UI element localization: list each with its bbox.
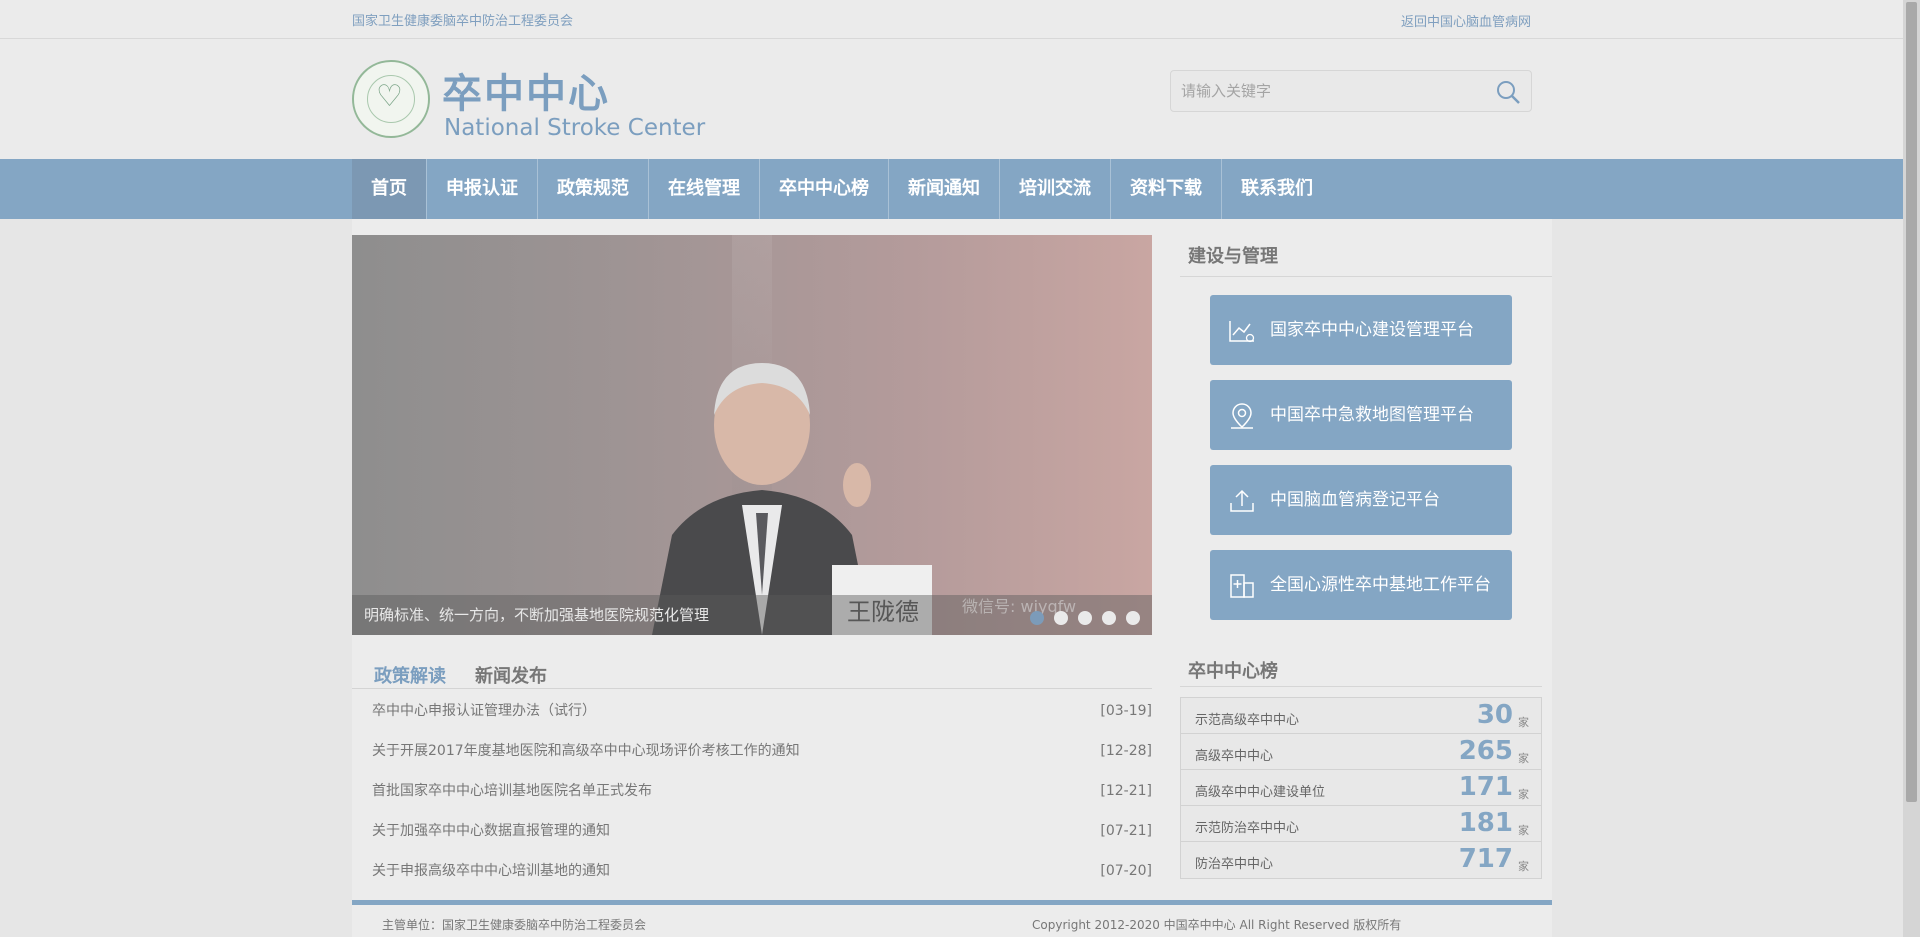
nav-item-training[interactable]: 培训交流 (1000, 159, 1111, 219)
ranking-unit: 家 (1518, 824, 1529, 837)
page-scrollbar[interactable] (1903, 0, 1920, 937)
nav-item-ranking[interactable]: 卒中中心榜 (760, 159, 889, 219)
platform-button-emergency-map[interactable]: 中国卒中急救地图管理平台 (1210, 380, 1512, 450)
tab-policy-interpretation[interactable]: 政策解读 (374, 662, 446, 688)
ranking-count: 171 (1458, 772, 1513, 802)
ranking-label: 示范防治卒中中心 (1195, 821, 1300, 836)
ranking-list: 示范高级卒中中心 30 家 高级卒中中心 265 家 高级卒中中心建设单位 17… (1180, 697, 1542, 879)
section-title: 建设与管理 (1180, 219, 1552, 277)
logo-seal-icon[interactable]: ♡ (352, 60, 430, 138)
nav-item-contact[interactable]: 联系我们 (1222, 159, 1332, 219)
platform-label: 中国脑血管病登记平台 (1270, 490, 1440, 510)
site-header: ♡ 卒中中心 National Stroke Center (0, 39, 1920, 159)
news-title[interactable]: 关于加强卒中中心数据直报管理的通知 (372, 811, 610, 851)
carousel-dots (1030, 611, 1140, 625)
news-date: [03-19] (1100, 703, 1152, 719)
nav-item-certification[interactable]: 申报认证 (427, 159, 538, 219)
carousel-dot[interactable] (1030, 611, 1044, 625)
nav-item-home[interactable]: 首页 (352, 159, 427, 219)
platform-label: 全国心源性卒中基地工作平台 (1270, 575, 1491, 595)
list-item[interactable]: 首批国家卒中中心培训基地医院名单正式发布 [12-21] (352, 771, 1152, 811)
ranking-row[interactable]: 高级卒中中心建设单位 171 家 (1181, 770, 1541, 806)
upload-icon (1230, 489, 1254, 512)
ranking-title: 卒中中心榜 (1180, 657, 1542, 687)
search-input[interactable] (1171, 71, 1471, 111)
tab-news-release[interactable]: 新闻发布 (475, 662, 547, 688)
ranking-count: 717 (1458, 844, 1513, 874)
carousel-dot[interactable] (1126, 611, 1140, 625)
news-date: [07-21] (1100, 823, 1152, 839)
search-icon[interactable] (1495, 79, 1521, 105)
news-tabs: 政策解读 新闻发布 (352, 639, 1152, 689)
chart-gear-icon (1229, 321, 1255, 343)
carousel-caption[interactable]: 明确标准、统一方向，不断加强基地医院规范化管理 (364, 604, 709, 625)
logo-title[interactable]: 卒中中心 (442, 61, 610, 119)
ranking-panel: 卒中中心榜 示范高级卒中中心 30 家 高级卒中中心 265 家 高级卒中中心建… (1180, 657, 1542, 879)
news-date: [12-28] (1100, 743, 1152, 759)
ranking-count: 181 (1458, 808, 1513, 838)
logo-subtitle[interactable]: National Stroke Center (444, 115, 705, 141)
ranking-count: 30 (1476, 700, 1513, 730)
hospital-icon (1230, 574, 1254, 598)
nav-item-policy[interactable]: 政策规范 (538, 159, 649, 219)
platform-button-cardiogenic[interactable]: 全国心源性卒中基地工作平台 (1210, 550, 1512, 620)
org-link[interactable]: 国家卫生健康委脑卒中防治工程委员会 (352, 10, 573, 29)
ranking-row[interactable]: 示范高级卒中中心 30 家 (1181, 698, 1541, 734)
platform-label: 中国卒中急救地图管理平台 (1270, 405, 1474, 425)
ranking-row[interactable]: 示范防治卒中中心 181 家 (1181, 806, 1541, 842)
news-date: [07-20] (1100, 863, 1152, 879)
heart-icon: ♡ (376, 79, 403, 114)
map-pin-icon (1231, 403, 1253, 429)
carousel-dot[interactable] (1054, 611, 1068, 625)
news-title[interactable]: 首批国家卒中中心培训基地医院名单正式发布 (372, 771, 652, 811)
list-item[interactable]: 关于加强卒中中心数据直报管理的通知 [07-21] (352, 811, 1152, 851)
nav-item-online-management[interactable]: 在线管理 (649, 159, 760, 219)
ranking-label: 高级卒中中心 (1195, 749, 1274, 764)
ranking-label: 防治卒中中心 (1195, 857, 1274, 872)
news-panel: 政策解读 新闻发布 卒中中心申报认证管理办法（试行） [03-19] 关于开展20… (352, 639, 1152, 891)
ranking-label: 高级卒中中心建设单位 (1195, 785, 1326, 800)
ranking-label: 示范高级卒中中心 (1195, 713, 1300, 728)
search-box (1170, 70, 1532, 112)
ranking-unit: 家 (1518, 860, 1529, 873)
carousel-dot[interactable] (1078, 611, 1092, 625)
ranking-row[interactable]: 高级卒中中心 265 家 (1181, 734, 1541, 770)
sidebar: 建设与管理 国家卒中中心建设管理平台 中国卒中急救地图管理平台 中国脑血管病登记… (1180, 219, 1552, 620)
nav-item-downloads[interactable]: 资料下载 (1111, 159, 1222, 219)
main-content: 王陇德 明确标准、统一方向，不断加强基地医院规范化管理 微信号: wjyqfw … (352, 219, 1552, 937)
list-item[interactable]: 卒中中心申报认证管理办法（试行） [03-19] (352, 691, 1152, 731)
news-date: [12-21] (1100, 783, 1152, 799)
carousel-dot[interactable] (1102, 611, 1116, 625)
speaker-photo: 王陇德 (652, 363, 932, 635)
return-link[interactable]: 返回中国心脑血管病网 (1401, 11, 1531, 30)
image-carousel[interactable]: 王陇德 明确标准、统一方向，不断加强基地医院规范化管理 微信号: wjyqfw (352, 235, 1152, 635)
footer-host: 主管单位：国家卫生健康委脑卒中防治工程委员会 (382, 918, 647, 932)
main-nav: 首页 申报认证 政策规范 在线管理 卒中中心榜 新闻通知 培训交流 资料下载 联… (0, 159, 1920, 219)
ranking-unit: 家 (1518, 788, 1529, 801)
footer: 主管单位：国家卫生健康委脑卒中防治工程委员会 Copyright 2012-20… (352, 905, 1552, 937)
top-bar: 国家卫生健康委脑卒中防治工程委员会 返回中国心脑血管病网 (0, 0, 1920, 39)
list-item[interactable]: 关于申报高级卒中中心培训基地的通知 [07-20] (352, 851, 1152, 891)
news-title[interactable]: 关于申报高级卒中中心培训基地的通知 (372, 851, 610, 891)
ranking-count: 265 (1458, 736, 1513, 766)
platform-button-construction[interactable]: 国家卒中中心建设管理平台 (1210, 295, 1512, 365)
nav-item-news[interactable]: 新闻通知 (889, 159, 1000, 219)
list-item[interactable]: 关于开展2017年度基地医院和高级卒中中心现场评价考核工作的通知 [12-28] (352, 731, 1152, 771)
ranking-row[interactable]: 防治卒中中心 717 家 (1181, 842, 1541, 878)
scrollbar-thumb[interactable] (1906, 2, 1917, 802)
news-title[interactable]: 卒中中心申报认证管理办法（试行） (372, 691, 596, 731)
ranking-unit: 家 (1518, 716, 1529, 729)
platform-button-registry[interactable]: 中国脑血管病登记平台 (1210, 465, 1512, 535)
ranking-unit: 家 (1518, 752, 1529, 765)
news-title[interactable]: 关于开展2017年度基地医院和高级卒中中心现场评价考核工作的通知 (372, 731, 800, 771)
platform-label: 国家卒中中心建设管理平台 (1270, 320, 1474, 340)
footer-copyright: Copyright 2012-2020 中国卒中中心 All Right Res… (1032, 918, 1402, 932)
